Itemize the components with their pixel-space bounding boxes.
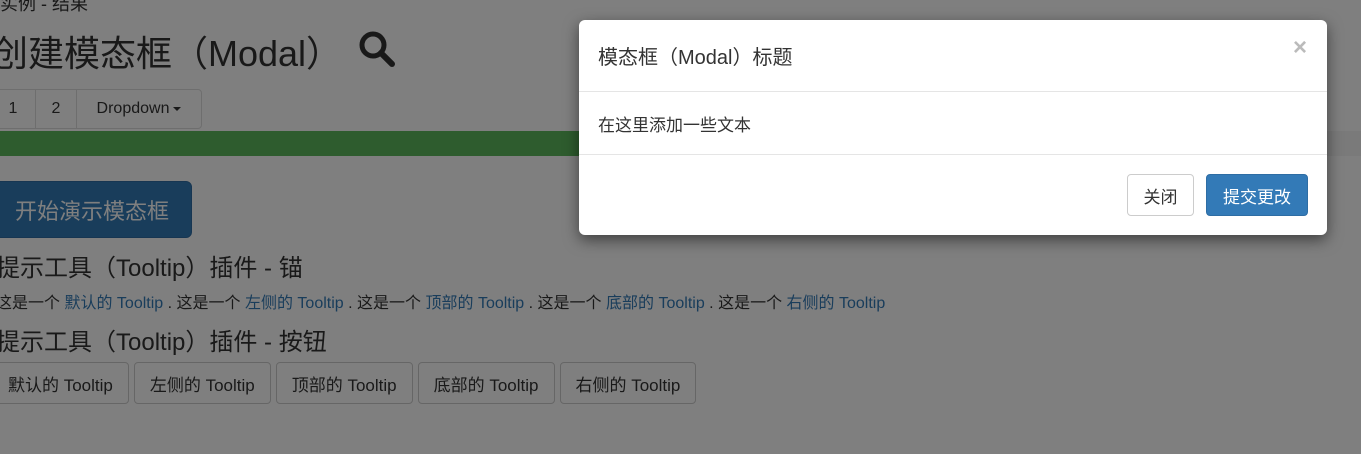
modal-body: 在这里添加一些文本	[579, 92, 1327, 155]
modal-dialog: 模态框（Modal）标题 × 在这里添加一些文本 关闭 提交更改	[579, 20, 1327, 235]
modal-title: 模态框（Modal）标题	[598, 47, 793, 69]
close-icon[interactable]: ×	[1293, 34, 1307, 62]
close-button[interactable]: 关闭	[1127, 174, 1194, 216]
modal-header: 模态框（Modal）标题 ×	[579, 20, 1327, 92]
modal-body-text: 在这里添加一些文本	[598, 116, 751, 135]
submit-changes-button[interactable]: 提交更改	[1206, 174, 1308, 216]
modal-footer: 关闭 提交更改	[579, 155, 1327, 235]
